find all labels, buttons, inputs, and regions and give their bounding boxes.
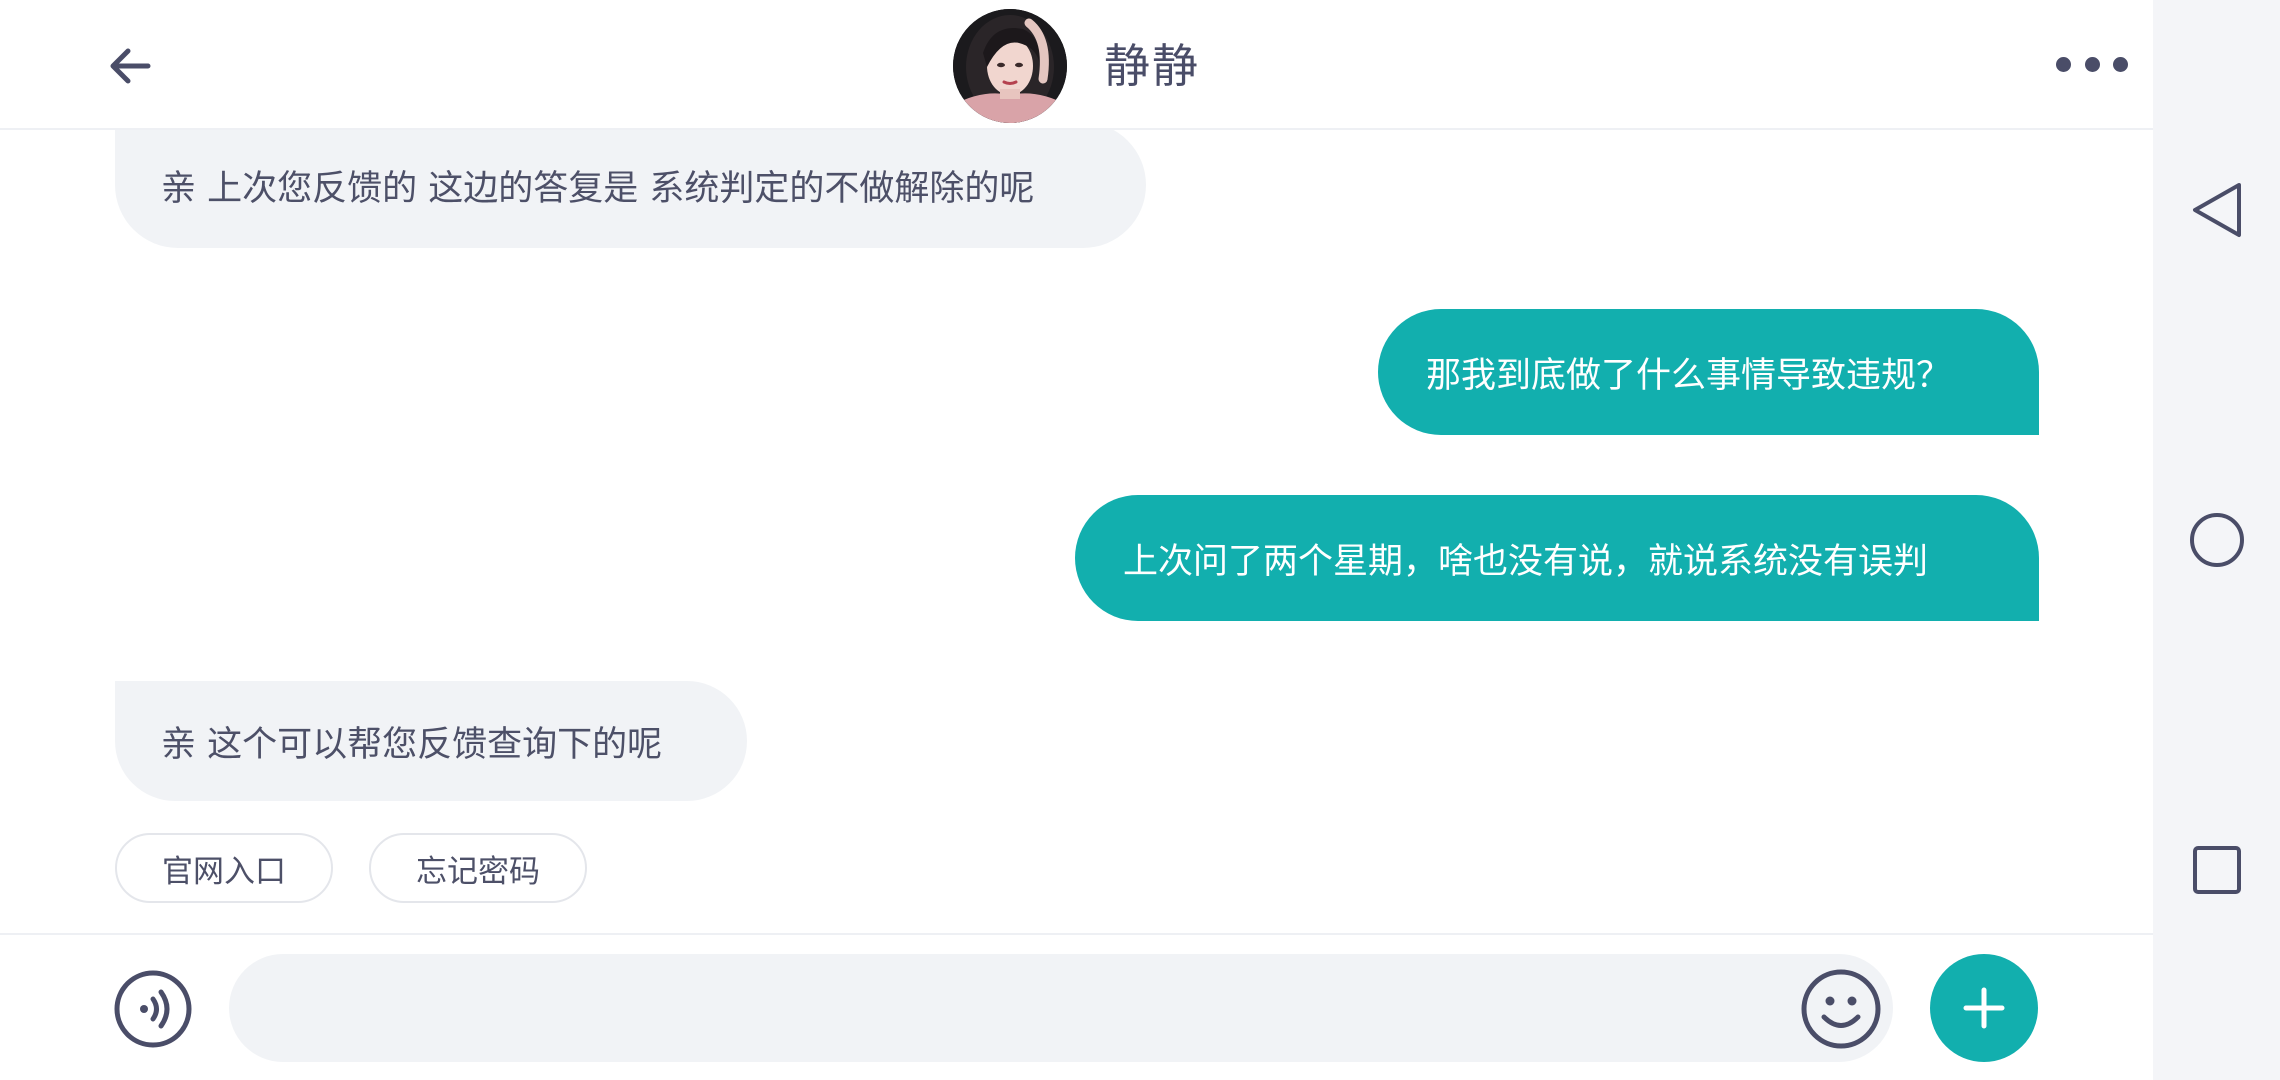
quick-reply-label: 忘记密码 <box>416 853 540 890</box>
plus-icon <box>1963 987 2005 1029</box>
square-recent-icon <box>2193 846 2241 894</box>
triangle-back-icon <box>2193 183 2241 237</box>
message-bubble-outgoing[interactable]: 上次问了两个星期，啥也没有说，就说系统没有误判 <box>1075 495 2039 621</box>
system-recent-apps-button[interactable] <box>2179 832 2255 908</box>
chat-screen: 亲 上次您反馈的 这边的答复是 系统判定的不做解除的呢 那我到底做了什么事情导致… <box>0 0 2280 1080</box>
more-dots-icon <box>2113 56 2128 72</box>
arrow-left-icon <box>110 48 151 84</box>
add-attachment-button[interactable] <box>1930 954 2038 1062</box>
message-text: 亲 这个可以帮您反馈查询下的呢 <box>161 724 663 765</box>
system-home-button[interactable] <box>2179 502 2255 578</box>
more-dots-icon <box>2056 56 2071 72</box>
more-options-button[interactable] <box>2056 44 2128 84</box>
more-dots-icon <box>2084 56 2100 72</box>
emoji-icon <box>1801 969 1881 1049</box>
avatar[interactable] <box>953 9 1067 123</box>
avatar-image <box>953 9 1067 123</box>
emoji-button[interactable] <box>1800 968 1882 1050</box>
message-list[interactable]: 亲 上次您反馈的 这边的答复是 系统判定的不做解除的呢 那我到底做了什么事情导致… <box>0 0 2153 935</box>
message-text: 那我到底做了什么事情导致违规？ <box>1426 355 1952 396</box>
message-input[interactable] <box>229 954 1893 1062</box>
back-button[interactable] <box>98 34 162 98</box>
circle-home-icon <box>2190 513 2244 567</box>
voice-icon <box>114 970 192 1048</box>
chat-header: 静静 <box>0 0 2153 130</box>
message-bubble-incoming[interactable]: 亲 这个可以帮您反馈查询下的呢 <box>115 681 747 801</box>
quick-reply-forgot-password[interactable]: 忘记密码 <box>369 833 587 903</box>
quick-reply-official-site[interactable]: 官网入口 <box>115 833 333 903</box>
system-navigation-bar <box>2153 0 2280 1080</box>
voice-input-button[interactable] <box>113 969 193 1049</box>
message-bubble-outgoing[interactable]: 那我到底做了什么事情导致违规？ <box>1378 309 2039 435</box>
input-bar <box>0 933 2153 1080</box>
contact-name: 静静 <box>1104 39 1200 93</box>
system-back-button[interactable] <box>2179 172 2255 248</box>
quick-reply-label: 官网入口 <box>162 853 286 890</box>
message-bubble-incoming[interactable]: 亲 上次您反馈的 这边的答复是 系统判定的不做解除的呢 <box>115 122 1146 248</box>
message-text: 亲 上次您反馈的 这边的答复是 系统判定的不做解除的呢 <box>161 168 1035 209</box>
message-text: 上次问了两个星期，啥也没有说，就说系统没有误判 <box>1123 541 1929 582</box>
